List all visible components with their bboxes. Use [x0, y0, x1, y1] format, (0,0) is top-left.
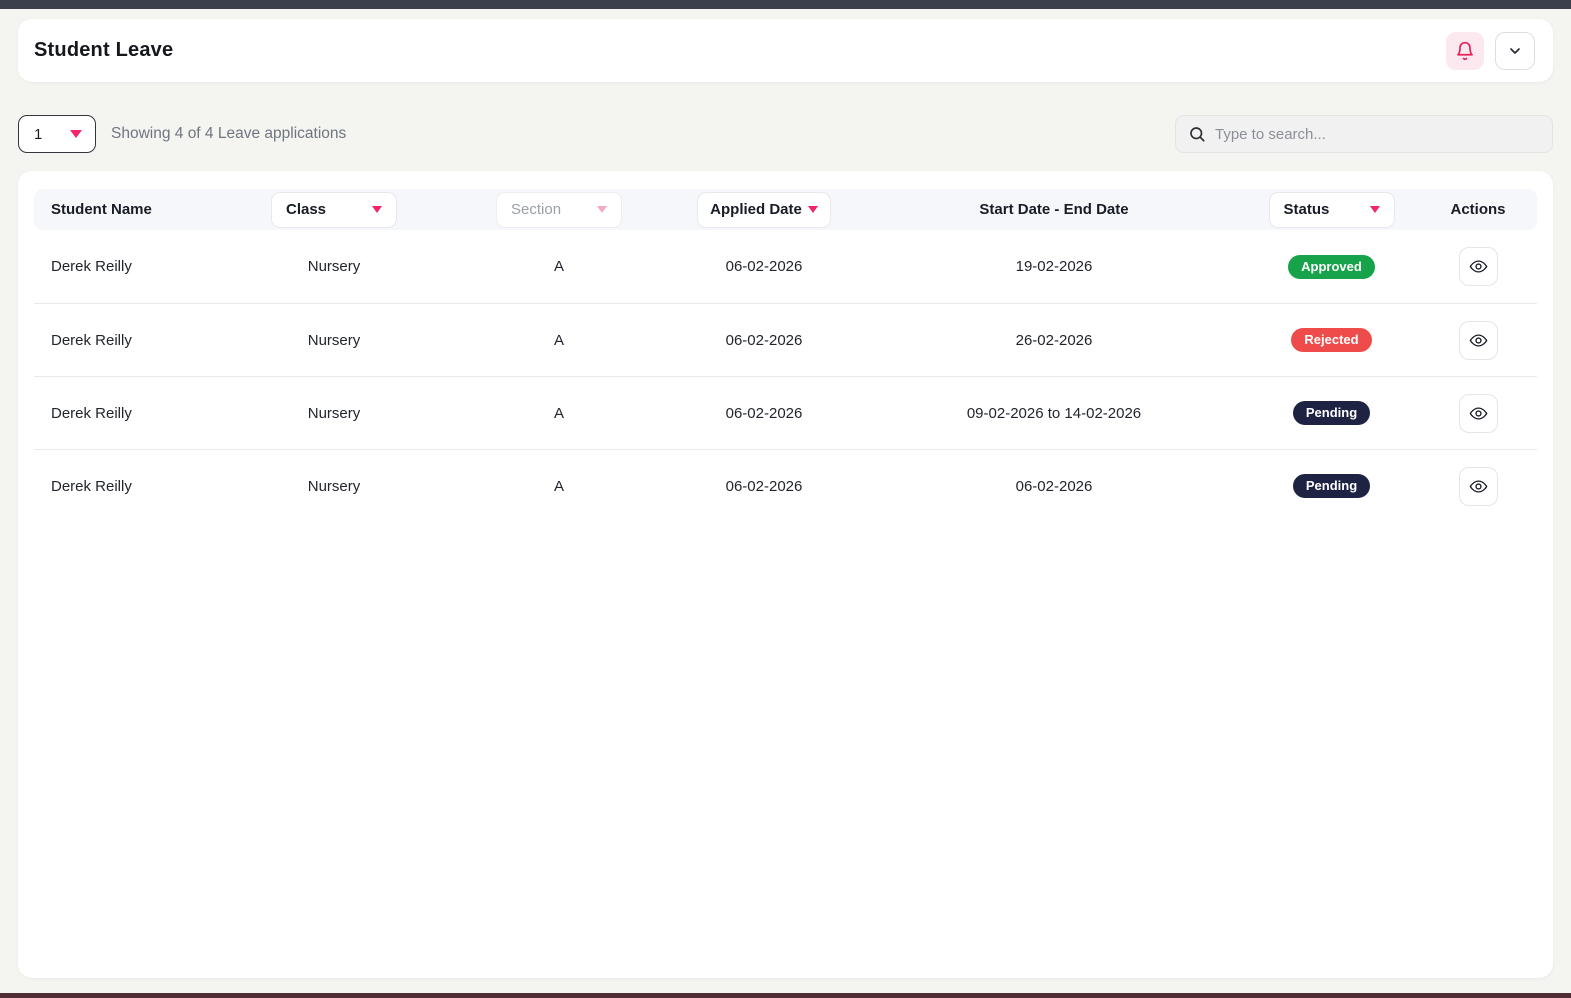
student-name-cell: Derek Reilly: [34, 405, 214, 422]
date-range-cell: 09-02-2026 to 14-02-2026: [864, 405, 1244, 422]
sort-arrow-icon: [808, 206, 818, 213]
status-badge: Pending: [1293, 401, 1370, 425]
page: Student Leave: [0, 9, 1571, 993]
column-class: Class: [214, 192, 454, 228]
applied-date-cell: 06-02-2026: [664, 405, 864, 422]
table-row: Derek Reilly Nursery A 06-02-2026 06-02-…: [34, 449, 1537, 522]
actions-cell: [1419, 247, 1537, 286]
table-header-row: Student Name Class Section Applied Date: [34, 189, 1537, 230]
view-leave-button[interactable]: [1459, 321, 1498, 360]
student-name-cell: Derek Reilly: [34, 332, 214, 349]
student-name-cell: Derek Reilly: [34, 478, 214, 495]
status-badge: Approved: [1288, 255, 1375, 279]
view-leave-button[interactable]: [1459, 394, 1498, 433]
page-title: Student Leave: [34, 39, 173, 62]
class-filter-label: Class: [286, 201, 326, 218]
applied-date-cell: 06-02-2026: [664, 258, 864, 275]
section-filter-label: Section: [511, 201, 561, 218]
table-row: Derek Reilly Nursery A 06-02-2026 09-02-…: [34, 376, 1537, 449]
applied-date-sort-button[interactable]: Applied Date: [697, 192, 831, 228]
chevron-down-icon: [1507, 43, 1523, 59]
status-cell: Pending: [1244, 401, 1419, 425]
toolbar-left: 1 Showing 4 of 4 Leave applications: [18, 115, 346, 153]
status-filter-label: Status: [1284, 201, 1330, 218]
column-actions: Actions: [1419, 201, 1537, 218]
bell-icon: [1455, 41, 1475, 61]
leave-table: Student Name Class Section Applied Date: [18, 171, 1553, 978]
class-filter-dropdown[interactable]: Class: [271, 192, 397, 228]
section-cell: A: [454, 478, 664, 495]
column-status: Status: [1244, 192, 1419, 228]
results-summary: Showing 4 of 4 Leave applications: [111, 125, 346, 143]
page-header: Student Leave: [18, 19, 1553, 82]
search-box: [1175, 115, 1553, 153]
page-size-select[interactable]: 1: [18, 115, 96, 153]
status-cell: Approved: [1244, 255, 1419, 279]
column-section: Section: [454, 192, 664, 228]
page-size-value: 1: [34, 126, 42, 143]
toolbar: 1 Showing 4 of 4 Leave applications: [18, 115, 1553, 153]
view-leave-button[interactable]: [1459, 467, 1498, 506]
status-cell: Pending: [1244, 474, 1419, 498]
status-filter-dropdown[interactable]: Status: [1269, 192, 1395, 228]
actions-cell: [1419, 467, 1537, 506]
view-leave-button[interactable]: [1459, 247, 1498, 286]
actions-cell: [1419, 321, 1537, 360]
applied-date-cell: 06-02-2026: [664, 332, 864, 349]
date-range-cell: 19-02-2026: [864, 258, 1244, 275]
window-bottom-bar: [0, 993, 1571, 998]
header-actions: [1446, 32, 1535, 70]
date-range-cell: 06-02-2026: [864, 478, 1244, 495]
dropdown-arrow-icon: [1370, 206, 1380, 213]
applied-date-label: Applied Date: [710, 201, 802, 218]
date-range-cell: 26-02-2026: [864, 332, 1244, 349]
dropdown-arrow-icon: [70, 130, 82, 138]
window-top-bar: [0, 0, 1571, 9]
column-date-range: Start Date - End Date: [864, 201, 1244, 218]
applied-date-cell: 06-02-2026: [664, 478, 864, 495]
dropdown-arrow-icon: [597, 206, 607, 213]
notifications-button[interactable]: [1446, 32, 1484, 70]
table-row: Derek Reilly Nursery A 06-02-2026 19-02-…: [34, 230, 1537, 303]
table-body: Derek Reilly Nursery A 06-02-2026 19-02-…: [34, 230, 1537, 522]
status-badge: Rejected: [1291, 328, 1371, 352]
status-badge: Pending: [1293, 474, 1370, 498]
class-cell: Nursery: [214, 332, 454, 349]
class-cell: Nursery: [214, 478, 454, 495]
column-applied-date: Applied Date: [664, 192, 864, 228]
status-cell: Rejected: [1244, 328, 1419, 352]
eye-icon: [1469, 257, 1488, 276]
eye-icon: [1469, 331, 1488, 350]
dropdown-arrow-icon: [372, 206, 382, 213]
section-cell: A: [454, 332, 664, 349]
collapse-header-button[interactable]: [1495, 32, 1535, 70]
class-cell: Nursery: [214, 405, 454, 422]
eye-icon: [1469, 477, 1488, 496]
student-name-cell: Derek Reilly: [34, 258, 214, 275]
column-student-name: Student Name: [34, 201, 214, 218]
section-cell: A: [454, 405, 664, 422]
eye-icon: [1469, 404, 1488, 423]
table-row: Derek Reilly Nursery A 06-02-2026 26-02-…: [34, 303, 1537, 376]
section-cell: A: [454, 258, 664, 275]
actions-cell: [1419, 394, 1537, 433]
section-filter-dropdown[interactable]: Section: [496, 192, 622, 228]
search-input[interactable]: [1215, 126, 1540, 143]
search-icon: [1188, 125, 1206, 143]
class-cell: Nursery: [214, 258, 454, 275]
